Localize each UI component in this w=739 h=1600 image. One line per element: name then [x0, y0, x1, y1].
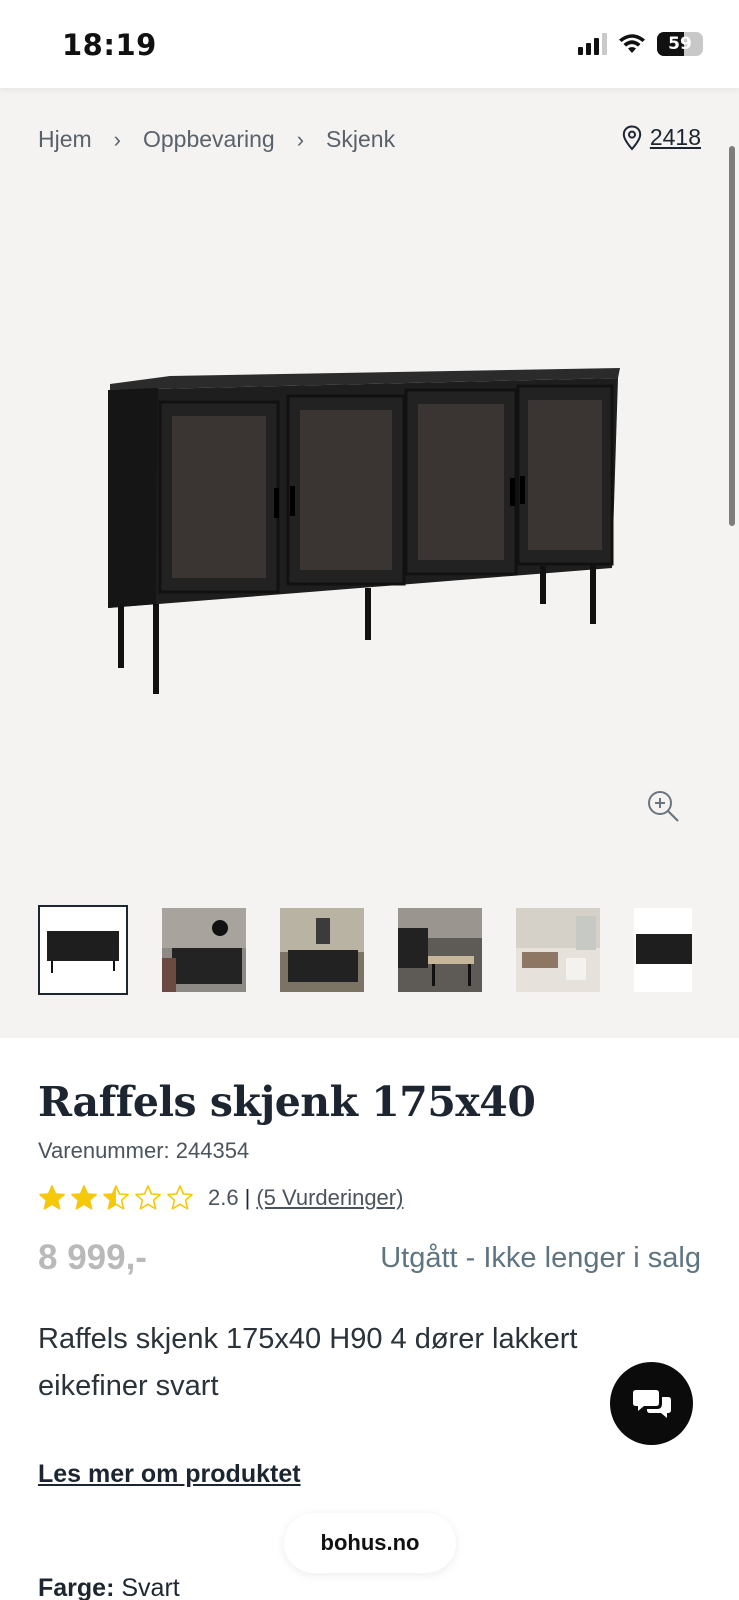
battery-level: 59: [668, 34, 692, 54]
star-icon: [39, 1185, 65, 1210]
product-price: 8 999,-: [38, 1238, 147, 1277]
availability-status: Utgått - Ikke lenger i salg: [380, 1241, 701, 1274]
scrollbar[interactable]: [729, 146, 735, 526]
product-description: Raffels skjenk 175x40 H90 4 dører lakker…: [38, 1323, 578, 1402]
thumbnail-strip: [38, 905, 692, 995]
color-row: Farge: Svart: [38, 1574, 180, 1600]
thumbnail-3[interactable]: [280, 908, 364, 992]
star-icon: [71, 1185, 97, 1210]
store-number[interactable]: 2418: [650, 124, 701, 151]
chat-button[interactable]: [610, 1362, 693, 1445]
zoom-in-icon[interactable]: [645, 788, 681, 824]
breadcrumb: Hjem › Oppbevaring › Skjenk: [38, 126, 395, 153]
thumbnail-6[interactable]: [634, 908, 692, 992]
store-selector[interactable]: 2418: [622, 124, 701, 151]
site-url-pill[interactable]: bohus.no: [284, 1513, 456, 1573]
chevron-right-icon: ›: [113, 126, 121, 152]
product-title: Raffels skjenk 175x40: [38, 1078, 536, 1126]
status-bar: 18:19 59: [0, 0, 739, 88]
rating-stars: [38, 1184, 194, 1212]
product-sku: Varenummer: 244354: [38, 1138, 250, 1163]
wifi-icon: [619, 34, 645, 53]
star-icon: [103, 1185, 129, 1210]
chevron-right-icon: ›: [296, 126, 305, 152]
star-icon: [167, 1185, 193, 1210]
product-rating: 2.6 | (5 Vurderinger): [38, 1184, 701, 1212]
signal-icon: [578, 33, 607, 55]
star-icon: [135, 1185, 161, 1210]
location-pin-icon: [622, 124, 642, 150]
rating-score: 2.6: [208, 1185, 239, 1210]
status-icons: 59: [578, 32, 703, 56]
product-gallery: Hjem › Oppbevaring › Skjenk 2418: [0, 88, 739, 1038]
thumbnail-4[interactable]: [398, 908, 482, 992]
thumbnail-1[interactable]: [38, 905, 128, 995]
price-row: 8 999,- Utgått - Ikke lenger i salg: [38, 1238, 701, 1278]
thumbnail-2[interactable]: [162, 908, 246, 992]
rating-separator: |: [244, 1185, 251, 1210]
breadcrumb-home[interactable]: Hjem: [38, 126, 92, 153]
thumbnail-5[interactable]: [516, 908, 600, 992]
breadcrumb-storage[interactable]: Oppbevaring: [143, 126, 275, 153]
product-info: Raffels skjenk 175x40 Varenummer: 244354…: [38, 1078, 701, 1489]
status-time: 18:19: [62, 28, 157, 62]
battery-icon: 59: [657, 32, 703, 56]
product-image[interactable]: [100, 358, 640, 698]
color-value: Svart: [121, 1574, 180, 1600]
reviews-link[interactable]: (5 Vurderinger): [256, 1185, 403, 1211]
breadcrumb-sideboard[interactable]: Skjenk: [326, 126, 395, 153]
read-more-link[interactable]: Les mer om produktet: [38, 1460, 301, 1489]
color-label: Farge:: [38, 1574, 115, 1600]
chat-bubbles-icon: [632, 1389, 671, 1418]
